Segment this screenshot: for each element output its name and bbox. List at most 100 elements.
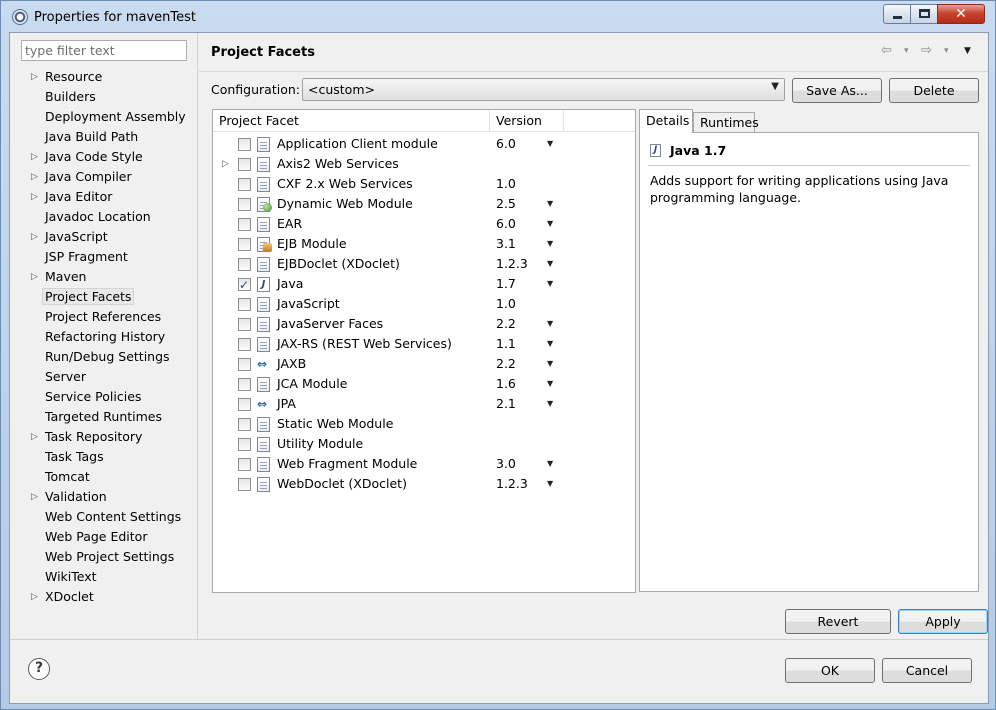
tree-item[interactable]: JSP Fragment <box>10 247 197 267</box>
facet-row[interactable]: JCA Module 1.6 ▼ <box>213 374 635 394</box>
version-dropdown-icon[interactable]: ▼ <box>547 194 553 214</box>
tree-item[interactable]: ▷ Java Code Style <box>10 147 197 167</box>
cancel-button[interactable]: Cancel <box>882 658 972 683</box>
facet-row[interactable]: EAR 6.0 ▼ <box>213 214 635 234</box>
expand-arrow-icon[interactable]: ▷ <box>31 267 38 287</box>
tab-details[interactable]: Details <box>639 109 693 133</box>
facet-row[interactable]: Utility Module <box>213 434 635 454</box>
facet-row[interactable]: JAX-RS (REST Web Services) 1.1 ▼ <box>213 334 635 354</box>
tree-item[interactable]: Web Page Editor <box>10 527 197 547</box>
expand-arrow-icon[interactable]: ▷ <box>31 427 38 447</box>
facet-row[interactable]: WebDoclet (XDoclet) 1.2.3 ▼ <box>213 474 635 494</box>
facet-row[interactable]: Web Fragment Module 3.0 ▼ <box>213 454 635 474</box>
tree-item[interactable]: WikiText <box>10 567 197 587</box>
close-button[interactable]: ✕ <box>937 4 985 24</box>
version-dropdown-icon[interactable]: ▼ <box>547 134 553 154</box>
facet-checkbox[interactable] <box>238 258 251 271</box>
facet-row[interactable]: J Java 1.7 ▼ <box>213 274 635 295</box>
facet-row[interactable]: Dynamic Web Module 2.5 ▼ <box>213 194 635 214</box>
version-dropdown-icon[interactable]: ▼ <box>547 214 553 234</box>
version-dropdown-icon[interactable]: ▼ <box>547 454 553 474</box>
tree-item[interactable]: Builders <box>10 87 197 107</box>
facet-row[interactable]: JavaServer Faces 2.2 ▼ <box>213 314 635 334</box>
tree-item[interactable]: Service Policies <box>10 387 197 407</box>
view-menu-icon[interactable]: ▼ <box>964 46 971 56</box>
facet-checkbox[interactable] <box>238 478 251 491</box>
facet-row[interactable]: ⇔ JPA 2.1 ▼ <box>213 394 635 414</box>
facet-version[interactable]: 2.5 <box>496 194 516 214</box>
version-dropdown-icon[interactable]: ▼ <box>547 474 553 494</box>
back-dropdown-icon[interactable]: ▾ <box>904 46 909 56</box>
facet-version[interactable]: 2.1 <box>496 394 516 414</box>
tree-item[interactable]: Web Content Settings <box>10 507 197 527</box>
tree-item[interactable]: ▷ XDoclet <box>10 587 197 607</box>
facet-checkbox[interactable] <box>238 378 251 391</box>
expand-arrow-icon[interactable]: ▷ <box>31 487 38 507</box>
tree-item[interactable]: Server <box>10 367 197 387</box>
forward-dropdown-icon[interactable]: ▾ <box>944 46 949 56</box>
tree-item[interactable]: ▷ Resource <box>10 67 197 87</box>
facet-checkbox[interactable] <box>238 338 251 351</box>
tree-item[interactable]: Web Project Settings <box>10 547 197 567</box>
expand-arrow-icon[interactable]: ▷ <box>31 167 38 187</box>
expand-arrow-icon[interactable]: ▷ <box>31 187 38 207</box>
tree-item[interactable]: Task Tags <box>10 447 197 467</box>
expand-arrow-icon[interactable]: ▷ <box>31 227 38 247</box>
facet-checkbox[interactable] <box>238 275 251 295</box>
facet-checkbox[interactable] <box>238 138 251 151</box>
facet-version[interactable]: 3.0 <box>496 454 516 474</box>
ok-button[interactable]: OK <box>785 658 875 683</box>
back-arrow-icon[interactable]: ⇦ <box>881 43 892 58</box>
facet-row[interactable]: EJBDoclet (XDoclet) 1.2.3 ▼ <box>213 254 635 274</box>
forward-arrow-icon[interactable]: ⇨ <box>921 43 932 58</box>
minimize-button[interactable] <box>883 4 911 24</box>
facet-checkbox[interactable] <box>238 298 251 311</box>
tree-item[interactable]: ▷ Java Editor <box>10 187 197 207</box>
maximize-button[interactable] <box>910 4 938 24</box>
facet-checkbox[interactable] <box>238 318 251 331</box>
configuration-combo[interactable]: <custom> ▼ <box>302 78 785 101</box>
facet-row[interactable]: ▷ Axis2 Web Services <box>213 154 635 174</box>
facet-row[interactable]: ⇔ JAXB 2.2 ▼ <box>213 354 635 374</box>
version-dropdown-icon[interactable]: ▼ <box>547 314 553 334</box>
facet-version[interactable]: 1.6 <box>496 374 516 394</box>
tree-item[interactable]: Project References <box>10 307 197 327</box>
tree-item[interactable]: ▷ Java Compiler <box>10 167 197 187</box>
facet-row[interactable]: EJB Module 3.1 ▼ <box>213 234 635 254</box>
facet-row[interactable]: Application Client module 6.0 ▼ <box>213 134 635 154</box>
version-dropdown-icon[interactable]: ▼ <box>547 334 553 354</box>
expand-arrow-icon[interactable]: ▷ <box>31 147 38 167</box>
tree-item[interactable]: ▷ Task Repository <box>10 427 197 447</box>
facet-checkbox[interactable] <box>238 418 251 431</box>
facet-version[interactable]: 3.1 <box>496 234 516 254</box>
facet-version[interactable]: 1.2.3 <box>496 254 528 274</box>
facet-row[interactable]: JavaScript 1.0 <box>213 294 635 314</box>
facet-version[interactable]: 2.2 <box>496 314 516 334</box>
facet-checkbox[interactable] <box>238 438 251 451</box>
version-dropdown-icon[interactable]: ▼ <box>547 394 553 414</box>
tree-item[interactable]: ▷ JavaScript <box>10 227 197 247</box>
filter-input[interactable] <box>21 40 187 61</box>
save-as-button[interactable]: Save As... <box>792 78 882 103</box>
delete-button[interactable]: Delete <box>889 78 979 103</box>
sash-divider[interactable] <box>197 33 198 639</box>
facet-version[interactable]: 2.2 <box>496 354 516 374</box>
expand-arrow-icon[interactable]: ▷ <box>31 67 38 87</box>
facet-row[interactable]: Static Web Module <box>213 414 635 434</box>
help-icon[interactable]: ? <box>28 658 50 680</box>
tree-item[interactable]: Project Facets <box>10 287 197 307</box>
tree-item[interactable]: Targeted Runtimes <box>10 407 197 427</box>
title-bar[interactable]: Properties for mavenTest ✕ <box>1 1 995 33</box>
facet-checkbox[interactable] <box>238 178 251 191</box>
version-dropdown-icon[interactable]: ▼ <box>547 254 553 274</box>
version-dropdown-icon[interactable]: ▼ <box>547 274 553 294</box>
facet-checkbox[interactable] <box>238 398 251 411</box>
facet-version[interactable]: 1.7 <box>496 274 516 294</box>
revert-button[interactable]: Revert <box>785 609 891 634</box>
expand-arrow-icon[interactable]: ▷ <box>31 587 38 607</box>
facet-version[interactable]: 1.0 <box>496 174 516 194</box>
facet-version[interactable]: 6.0 <box>496 214 516 234</box>
tree-item[interactable]: ▷ Maven <box>10 267 197 287</box>
column-header-facet[interactable]: Project Facet <box>213 110 490 132</box>
facet-checkbox[interactable] <box>238 358 251 371</box>
